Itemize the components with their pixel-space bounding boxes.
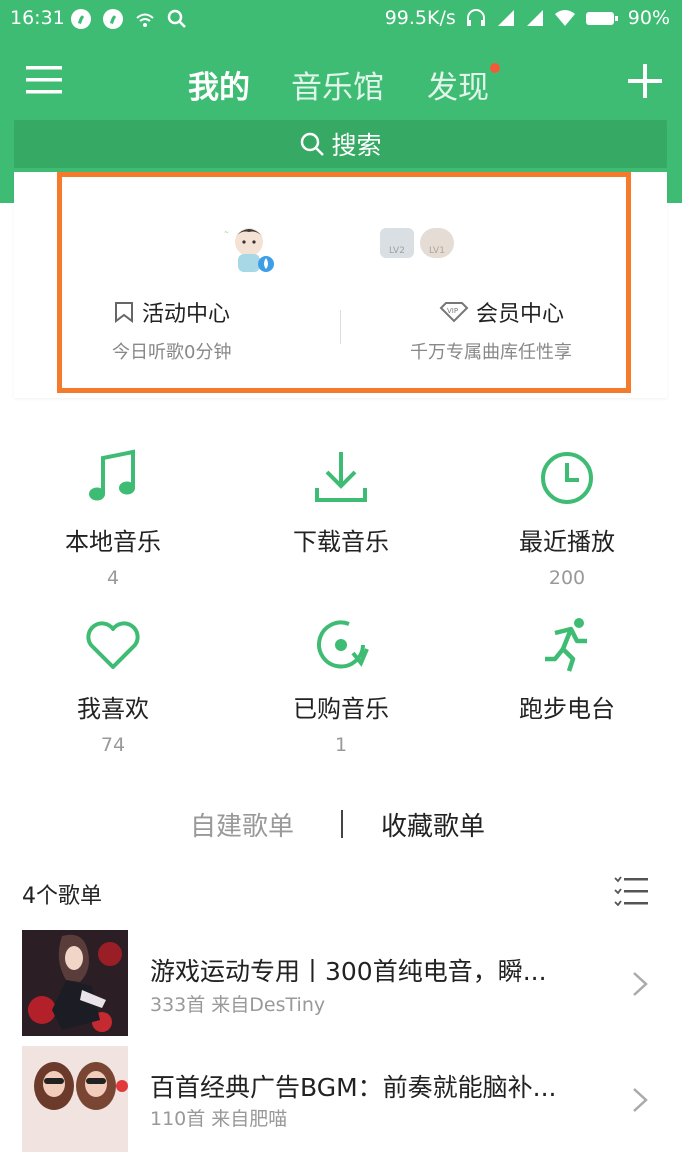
search-status-icon — [167, 9, 186, 28]
status-time: 16:31 — [10, 7, 65, 29]
grid-running-radio[interactable]: 跑步电台 — [472, 615, 662, 756]
music-note-icon — [89, 449, 135, 501]
grid-label: 最近播放 — [519, 528, 615, 556]
grid-count — [472, 734, 662, 756]
add-icon[interactable] — [628, 64, 662, 98]
search-label: 搜索 — [331, 131, 382, 160]
clock-icon — [541, 452, 593, 504]
tab-mine[interactable]: 我的 — [188, 62, 250, 107]
chevron-right-icon — [633, 972, 648, 996]
status-bar: 16:31 99.5K/s 90% — [0, 0, 682, 38]
app-notification-icon — [71, 9, 91, 29]
playlist-title: 百首经典广告BGM：前奏就能脑补... — [150, 1073, 557, 1102]
playlist-subtitle: 333首 来自DesTiny — [150, 994, 326, 1016]
notification-dot — [490, 63, 500, 73]
list-item[interactable]: 游戏运动专用丨300首纯电音，瞬... 333首 来自DesTiny — [0, 930, 682, 1040]
wifi-icon — [554, 10, 575, 26]
menu-icon[interactable] — [26, 62, 62, 98]
grid-download-music[interactable]: 下载音乐 — [246, 448, 436, 589]
battery-icon — [585, 12, 618, 25]
tab-created-playlists[interactable]: 自建歌单 — [190, 806, 294, 843]
highlight-box — [57, 172, 631, 393]
headphones-icon — [466, 9, 485, 26]
signal-icon — [526, 10, 543, 26]
list-item[interactable]: 百首经典广告BGM：前奏就能脑补... 110首 来自肥喵 — [0, 1046, 682, 1156]
grid-local-music[interactable]: 本地音乐 4 — [18, 448, 208, 589]
network-speed: 99.5K/s — [384, 7, 456, 29]
grid-label: 本地音乐 — [65, 528, 161, 556]
download-icon — [315, 452, 367, 502]
playlist-cover — [22, 930, 128, 1036]
grid-recent-plays[interactable]: 最近播放 200 — [472, 448, 662, 589]
heart-icon — [86, 621, 140, 669]
list-manage-icon[interactable] — [614, 876, 648, 906]
grid-label: 已购音乐 — [293, 695, 389, 723]
grid-favorites[interactable]: 我喜欢 74 — [18, 615, 208, 756]
grid-count: 200 — [548, 567, 586, 589]
battery-percent: 90% — [627, 7, 670, 29]
playlist-count: 4个歌单 — [22, 884, 102, 909]
grid-count — [246, 567, 436, 589]
search-bar[interactable]: 搜索 — [14, 120, 667, 168]
grid-label: 我喜欢 — [77, 695, 149, 723]
wifi-signal-icon — [136, 13, 154, 27]
grid-count: 74 — [100, 734, 126, 756]
purchased-disc-icon — [317, 620, 369, 669]
grid-purchased-music[interactable]: 已购音乐 1 — [246, 615, 436, 756]
signal-icon — [497, 10, 514, 26]
tab-collected-playlists[interactable]: 收藏歌单 — [381, 806, 485, 843]
tab-music-hall[interactable]: 音乐馆 — [291, 62, 384, 107]
notification-icons — [70, 8, 188, 30]
search-icon — [301, 132, 325, 156]
status-right: 99.5K/s 90% — [385, 7, 670, 29]
running-icon — [545, 618, 587, 672]
app-notification-icon — [103, 9, 123, 29]
playlist-cover — [22, 1046, 128, 1152]
grid-label: 跑步电台 — [519, 695, 615, 723]
chevron-right-icon — [633, 1088, 648, 1112]
tab-discover[interactable]: 发现 — [427, 62, 489, 107]
grid-label: 下载音乐 — [293, 528, 389, 556]
playlist-title: 游戏运动专用丨300首纯电音，瞬... — [150, 957, 547, 986]
grid-count: 1 — [334, 734, 348, 756]
tab-separator — [341, 810, 343, 838]
grid-count: 4 — [106, 567, 120, 589]
